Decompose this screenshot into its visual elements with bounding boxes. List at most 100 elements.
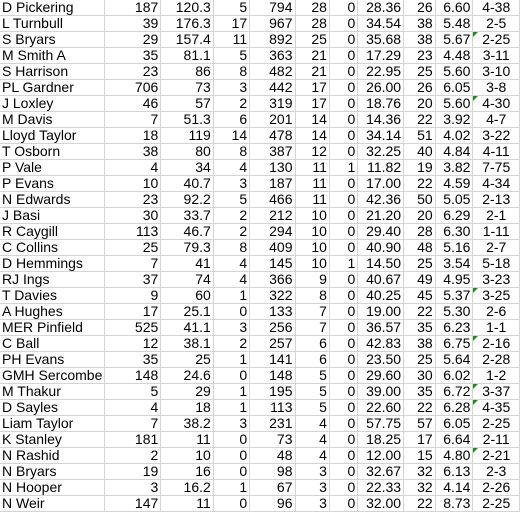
cell-col-f[interactable]: 14 (295, 127, 330, 144)
cell-player-name[interactable]: N Bryars (0, 463, 106, 480)
cell-player-name[interactable]: PH Evans (0, 351, 106, 368)
cell-col-e[interactable]: 967 (249, 15, 296, 32)
cell-col-e[interactable]: 256 (249, 319, 296, 336)
cell-col-b[interactable]: 17 (104, 303, 162, 320)
cell-col-b[interactable]: 525 (104, 319, 162, 336)
cell-col-d[interactable]: 8 (213, 143, 251, 160)
cell-col-h[interactable]: 35.68 (357, 31, 405, 48)
cell-col-j[interactable]: 6.02 (435, 367, 474, 384)
cell-col-k[interactable]: 5-18 (472, 255, 520, 272)
cell-col-g[interactable]: 0 (329, 351, 359, 368)
cell-col-f[interactable]: 7 (295, 319, 330, 336)
cell-col-h[interactable]: 18.76 (357, 95, 405, 112)
cell-col-j[interactable]: 6.28 (435, 399, 474, 416)
cell-col-c[interactable]: 38.1 (160, 335, 214, 352)
cell-player-name[interactable]: N Edwards (0, 191, 106, 208)
cell-col-i[interactable]: 20 (403, 95, 436, 112)
cell-col-h[interactable]: 19.00 (357, 303, 405, 320)
cell-col-k[interactable]: 3-25 (472, 287, 520, 304)
cell-col-d[interactable]: 2 (213, 207, 251, 224)
cell-col-j[interactable]: 5.48 (435, 15, 474, 32)
cell-col-d[interactable]: 3 (213, 175, 251, 192)
cell-player-name[interactable]: RJ Ings (0, 271, 106, 288)
cell-col-c[interactable]: 157.4 (160, 31, 214, 48)
cell-col-b[interactable]: 30 (104, 207, 162, 224)
cell-col-f[interactable]: 6 (295, 351, 330, 368)
cell-player-name[interactable]: N Hooper (0, 479, 106, 496)
cell-col-c[interactable]: 80 (160, 143, 214, 160)
cell-col-g[interactable]: 0 (329, 31, 359, 48)
cell-col-f[interactable]: 5 (295, 383, 330, 400)
cell-col-b[interactable]: 38 (104, 143, 162, 160)
cell-col-c[interactable]: 176.3 (160, 15, 214, 32)
cell-col-h[interactable]: 40.90 (357, 239, 405, 256)
cell-col-d[interactable]: 1 (213, 479, 251, 496)
cell-player-name[interactable]: MER Pinfield (0, 319, 106, 336)
cell-col-j[interactable]: 6.05 (435, 415, 474, 432)
cell-col-e[interactable]: 387 (249, 143, 296, 160)
cell-col-h[interactable]: 11.82 (357, 159, 405, 176)
cell-col-h[interactable]: 34.14 (357, 127, 405, 144)
cell-col-c[interactable]: 18 (160, 399, 214, 416)
cell-col-i[interactable]: 26 (403, 79, 436, 96)
cell-col-b[interactable]: 148 (104, 367, 162, 384)
cell-col-i[interactable]: 25 (403, 255, 436, 272)
cell-col-j[interactable]: 5.37 (435, 287, 474, 304)
cell-col-c[interactable]: 38.2 (160, 415, 214, 432)
cell-col-j[interactable]: 6.29 (435, 207, 474, 224)
cell-col-d[interactable]: 0 (213, 495, 251, 512)
cell-col-d[interactable]: 8 (213, 239, 251, 256)
cell-col-h[interactable]: 29.40 (357, 223, 405, 240)
cell-col-k[interactable]: 3-10 (472, 63, 520, 80)
cell-col-f[interactable]: 5 (295, 399, 330, 416)
cell-col-i[interactable]: 25 (403, 63, 436, 80)
cell-col-f[interactable]: 4 (295, 431, 330, 448)
cell-col-i[interactable]: 32 (403, 463, 436, 480)
cell-col-j[interactable]: 5.16 (435, 239, 474, 256)
cell-col-c[interactable]: 74 (160, 271, 214, 288)
cell-col-j[interactable]: 5.30 (435, 303, 474, 320)
cell-col-f[interactable]: 5 (295, 367, 330, 384)
cell-col-b[interactable]: 3 (104, 479, 162, 496)
cell-col-h[interactable]: 18.25 (357, 431, 405, 448)
cell-col-g[interactable]: 1 (329, 159, 359, 176)
cell-player-name[interactable]: T Davies (0, 287, 106, 304)
cell-col-i[interactable]: 20 (403, 207, 436, 224)
cell-col-j[interactable]: 5.60 (435, 95, 474, 112)
cell-col-c[interactable]: 40.7 (160, 175, 214, 192)
cell-col-g[interactable]: 0 (329, 63, 359, 80)
cell-col-b[interactable]: 147 (104, 495, 162, 512)
cell-col-k[interactable]: 2-21 (472, 447, 520, 464)
cell-col-c[interactable]: 119 (160, 127, 214, 144)
cell-col-c[interactable]: 51.3 (160, 111, 214, 128)
cell-player-name[interactable]: A Hughes (0, 303, 106, 320)
cell-col-c[interactable]: 24.6 (160, 367, 214, 384)
cell-col-f[interactable]: 11 (295, 159, 330, 176)
cell-col-c[interactable]: 25.1 (160, 303, 214, 320)
cell-col-b[interactable]: 187 (104, 0, 162, 16)
cell-col-i[interactable]: 28 (403, 223, 436, 240)
cell-col-e[interactable]: 794 (249, 0, 296, 16)
cell-col-k[interactable]: 4-11 (472, 143, 520, 160)
cell-col-e[interactable]: 73 (249, 431, 296, 448)
cell-col-h[interactable]: 29.60 (357, 367, 405, 384)
cell-col-i[interactable]: 23 (403, 47, 436, 64)
cell-col-b[interactable]: 35 (104, 47, 162, 64)
cell-col-e[interactable]: 322 (249, 287, 296, 304)
cell-col-k[interactable]: 2-7 (472, 239, 520, 256)
cell-col-g[interactable]: 0 (329, 239, 359, 256)
cell-col-f[interactable]: 10 (295, 223, 330, 240)
cell-col-i[interactable]: 38 (403, 31, 436, 48)
cell-col-f[interactable]: 4 (295, 415, 330, 432)
cell-col-e[interactable]: 113 (249, 399, 296, 416)
cell-player-name[interactable]: R Caygill (0, 223, 106, 240)
cell-col-d[interactable]: 5 (213, 0, 251, 16)
cell-col-d[interactable]: 1 (213, 383, 251, 400)
cell-col-j[interactable]: 6.30 (435, 223, 474, 240)
cell-col-d[interactable]: 0 (213, 431, 251, 448)
cell-col-c[interactable]: 46.7 (160, 223, 214, 240)
cell-player-name[interactable]: C Collins (0, 239, 106, 256)
cell-col-h[interactable]: 42.83 (357, 335, 405, 352)
cell-col-b[interactable]: 7 (104, 111, 162, 128)
cell-col-g[interactable]: 0 (329, 415, 359, 432)
